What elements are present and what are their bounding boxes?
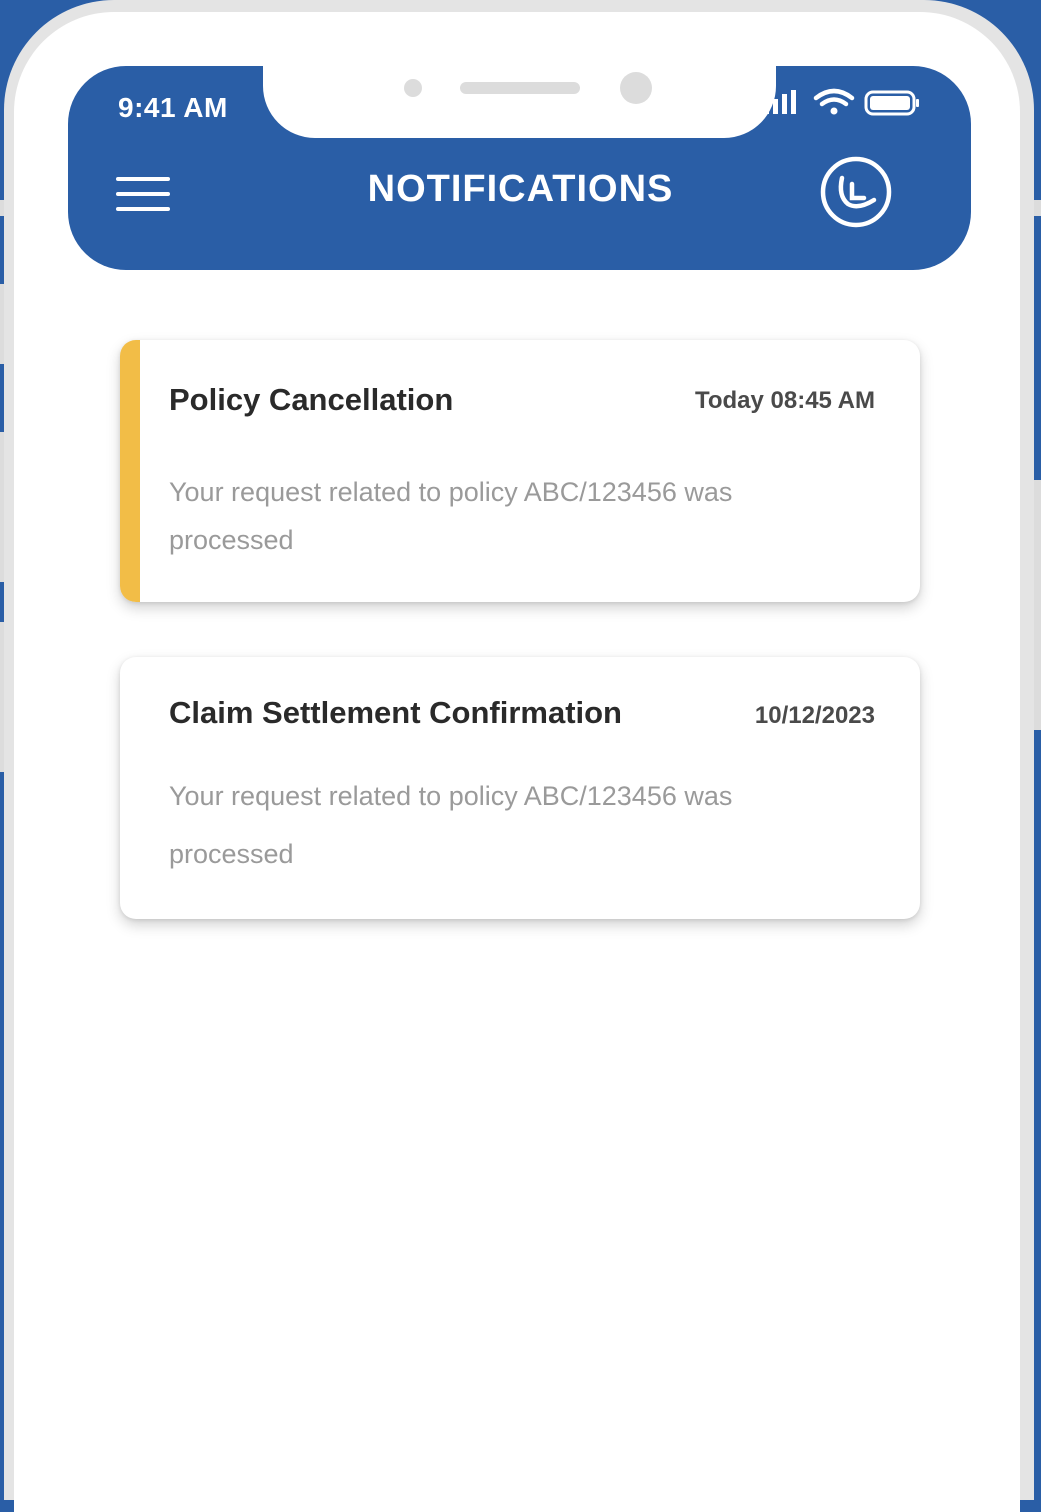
- notification-card[interactable]: Claim Settlement Confirmation 10/12/2023…: [120, 657, 920, 919]
- unread-indicator: [120, 340, 140, 602]
- notification-body: Your request related to policy ABC/12345…: [169, 781, 733, 869]
- notification-card[interactable]: Policy Cancellation Today 08:45 AM Your …: [120, 340, 920, 602]
- status-time: 9:41 AM: [118, 92, 228, 123]
- background-strip: [1034, 480, 1041, 730]
- signal-wifi-battery-icon: [764, 88, 919, 116]
- notification-body: Your request related to policy ABC/12345…: [169, 477, 733, 555]
- support-button[interactable]: [818, 154, 894, 230]
- sensor-dot: [404, 79, 422, 97]
- front-camera: [620, 72, 652, 104]
- speaker-grille: [460, 82, 580, 94]
- notification-title: Policy Cancellation: [169, 382, 454, 417]
- notification-time: Today 08:45 AM: [694, 387, 875, 414]
- notification-title: Claim Settlement Confirmation: [169, 695, 622, 730]
- phone-notch: [263, 54, 776, 138]
- notification-time: 10/12/2023: [754, 702, 875, 729]
- support-agent-icon: [820, 156, 892, 228]
- status-icons: [762, 86, 922, 122]
